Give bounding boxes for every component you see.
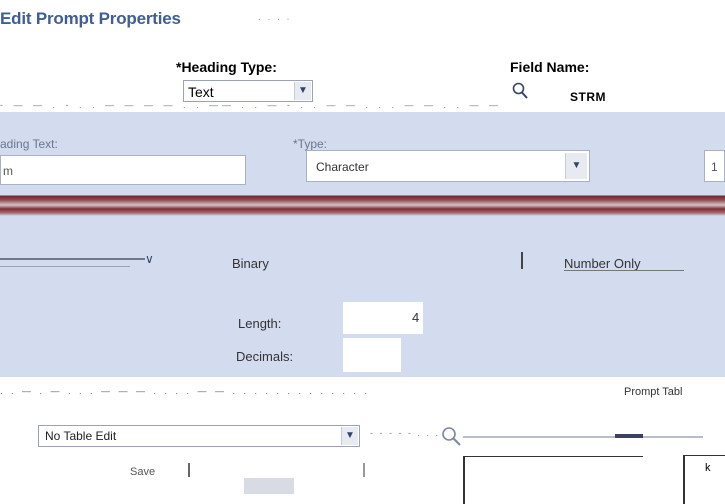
toolbar-block	[244, 478, 294, 494]
page-title: Edit Prompt Properties	[0, 9, 181, 28]
length-label: Length:	[238, 316, 282, 331]
ok-button[interactable]: k	[683, 455, 725, 504]
search-icon[interactable]	[512, 82, 528, 100]
edit-type-select[interactable]: No Table Edit ▼	[38, 425, 360, 447]
toolbar-separator	[188, 463, 190, 477]
edit-type-value: No Table Edit	[45, 429, 117, 443]
action-area	[463, 456, 643, 504]
right-value: 1	[711, 160, 718, 174]
chevron-down-icon[interactable]: ▼	[294, 82, 311, 100]
length-input[interactable]: 4	[343, 302, 423, 334]
save-button[interactable]: Save	[130, 466, 155, 478]
chevron-down-icon[interactable]: ▼	[341, 427, 358, 445]
lookup-icon[interactable]	[440, 425, 462, 447]
decimals-label: Decimals:	[236, 349, 294, 364]
type-label: *Type:	[293, 137, 328, 151]
number-only-underline	[564, 270, 684, 271]
prompt-table-marker	[615, 434, 643, 438]
heading-text-input[interactable]: m	[0, 155, 246, 185]
type-value: Character	[316, 160, 369, 174]
title-decoration: . . . .	[258, 12, 292, 23]
format-band	[0, 188, 725, 218]
right-input[interactable]: 1	[704, 150, 725, 182]
binary-label[interactable]: Binary	[232, 256, 269, 271]
type-select[interactable]: Character ▼	[306, 150, 590, 182]
edit-row-decoration: - - - - - . . .	[370, 428, 440, 438]
chevron-down-icon[interactable]: ▼	[565, 153, 587, 179]
section-divider: . . — . — . . . — — — . . . . — — . . . …	[0, 386, 371, 396]
format-divider	[0, 258, 145, 260]
heading-type-label: *Heading Type:	[176, 59, 277, 75]
field-name-label: Field Name:	[510, 59, 590, 75]
heading-type-select[interactable]: Text ▼	[183, 80, 313, 102]
toolbar-separator	[363, 463, 365, 477]
length-value: 4	[412, 310, 420, 325]
prompt-table-input[interactable]	[463, 436, 703, 438]
chevron-down-icon[interactable]: ∨	[145, 252, 154, 266]
number-only-label[interactable]: Number Only	[564, 256, 641, 271]
heading-text-label: ading Text:	[0, 137, 58, 151]
ok-label: k	[705, 462, 711, 474]
format-divider-thin	[0, 266, 130, 267]
decimals-input[interactable]	[343, 338, 401, 372]
heading-type-value: Text	[188, 84, 214, 100]
heading-text-value: m	[3, 164, 13, 178]
prompt-table-label: Prompt Tabl	[624, 386, 683, 398]
separator	[521, 252, 523, 269]
